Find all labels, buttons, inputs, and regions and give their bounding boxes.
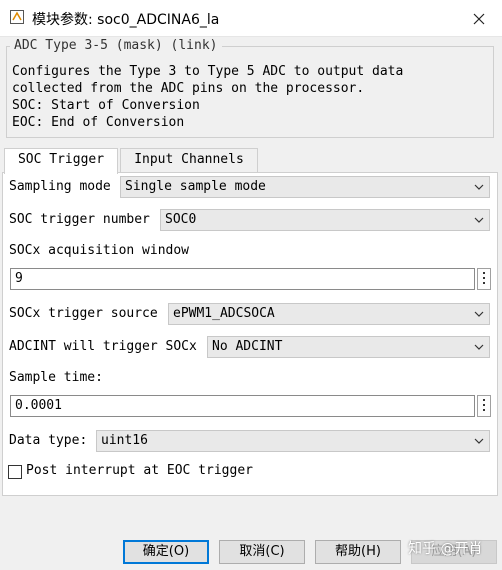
sampling-mode-value: Single sample mode [125, 179, 266, 194]
soc-trigger-number-select[interactable]: SOC0 [160, 209, 490, 231]
cancel-button[interactable]: 取消(C) [219, 540, 305, 564]
chevron-down-icon [474, 438, 484, 444]
watermark: 知乎 @开肖 [408, 541, 483, 557]
soc-trigger-number-label: SOC trigger number [9, 212, 150, 227]
trigger-source-value: ePWM1_ADCSOCA [173, 306, 275, 321]
mask-legend: ADC Type 3-5 (mask) (link) [10, 38, 222, 53]
data-type-label: Data type: [9, 433, 88, 448]
ok-button[interactable]: 确定(O) [123, 540, 209, 564]
mask-description: Configures the Type 3 to Type 5 ADC to o… [12, 64, 404, 130]
window-title: 模块参数: soc0_ADCINA6_la [32, 12, 220, 28]
data-type-value: uint16 [101, 433, 148, 448]
chevron-down-icon [474, 217, 484, 223]
post-interrupt-label: Post interrupt at EOC trigger [26, 463, 253, 478]
chevron-down-icon [474, 184, 484, 190]
help-button[interactable]: 帮助(H) [315, 540, 401, 564]
sample-time-more-button[interactable] [477, 395, 491, 417]
sample-time-label: Sample time: [9, 370, 103, 385]
trigger-source-label: SOCx trigger source [9, 306, 158, 321]
data-type-select[interactable]: uint16 [96, 430, 490, 452]
soc-trigger-number-value: SOC0 [165, 212, 197, 227]
acq-window-input[interactable]: 9 [10, 268, 475, 290]
adcint-trigger-value: No ADCINT [212, 339, 283, 354]
tab-soc-trigger[interactable]: SOC Trigger [4, 148, 118, 174]
adcint-trigger-select[interactable]: No ADCINT [207, 336, 490, 358]
close-icon [473, 13, 485, 24]
close-button[interactable] [456, 0, 502, 36]
tab-input-channels[interactable]: Input Channels [120, 148, 258, 172]
sampling-mode-select[interactable]: Single sample mode [120, 176, 490, 198]
title-bar: 模块参数: soc0_ADCINA6_la [0, 0, 502, 37]
acq-window-label: SOCx acquisition window [9, 243, 190, 258]
chevron-down-icon [474, 311, 484, 317]
sampling-mode-label: Sampling mode [9, 179, 111, 194]
adcint-trigger-label: ADCINT will trigger SOCx [9, 339, 197, 354]
acq-window-more-button[interactable] [477, 268, 491, 290]
post-interrupt-checkbox[interactable] [8, 465, 22, 479]
sample-time-input[interactable]: 0.0001 [10, 395, 475, 417]
chevron-down-icon [474, 344, 484, 350]
block-parameters-icon [10, 10, 24, 24]
trigger-source-select[interactable]: ePWM1_ADCSOCA [168, 303, 490, 325]
